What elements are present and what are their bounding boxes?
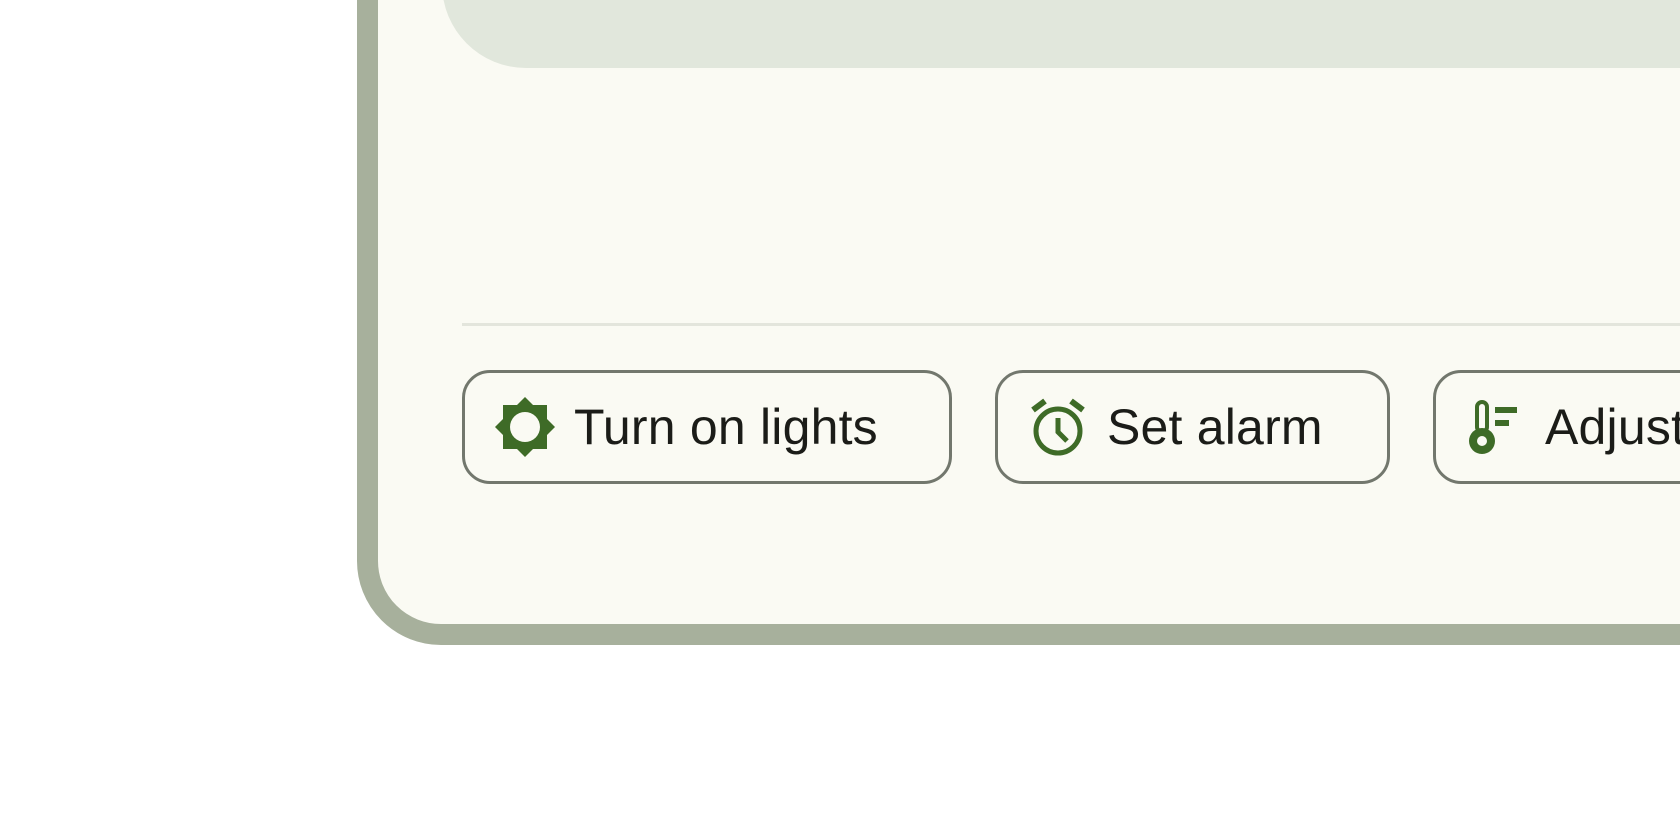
alarm-clock-icon xyxy=(1025,394,1091,460)
set-alarm-label: Set alarm xyxy=(1107,399,1323,455)
top-panel xyxy=(442,0,1680,68)
brightness-icon xyxy=(492,394,558,460)
set-alarm-chip[interactable]: Set alarm xyxy=(995,370,1390,484)
divider xyxy=(462,323,1680,326)
thermometer-icon xyxy=(1463,394,1529,460)
turn-on-lights-label: Turn on lights xyxy=(574,399,878,455)
turn-on-lights-chip[interactable]: Turn on lights xyxy=(462,370,952,484)
adjust-chip[interactable]: Adjust xyxy=(1433,370,1680,484)
suggestion-chip-row: Turn on lights Set alarm Adjust xyxy=(462,370,1680,484)
page: Turn on lights Set alarm Adjust xyxy=(0,0,1680,840)
adjust-label: Adjust xyxy=(1545,399,1680,455)
